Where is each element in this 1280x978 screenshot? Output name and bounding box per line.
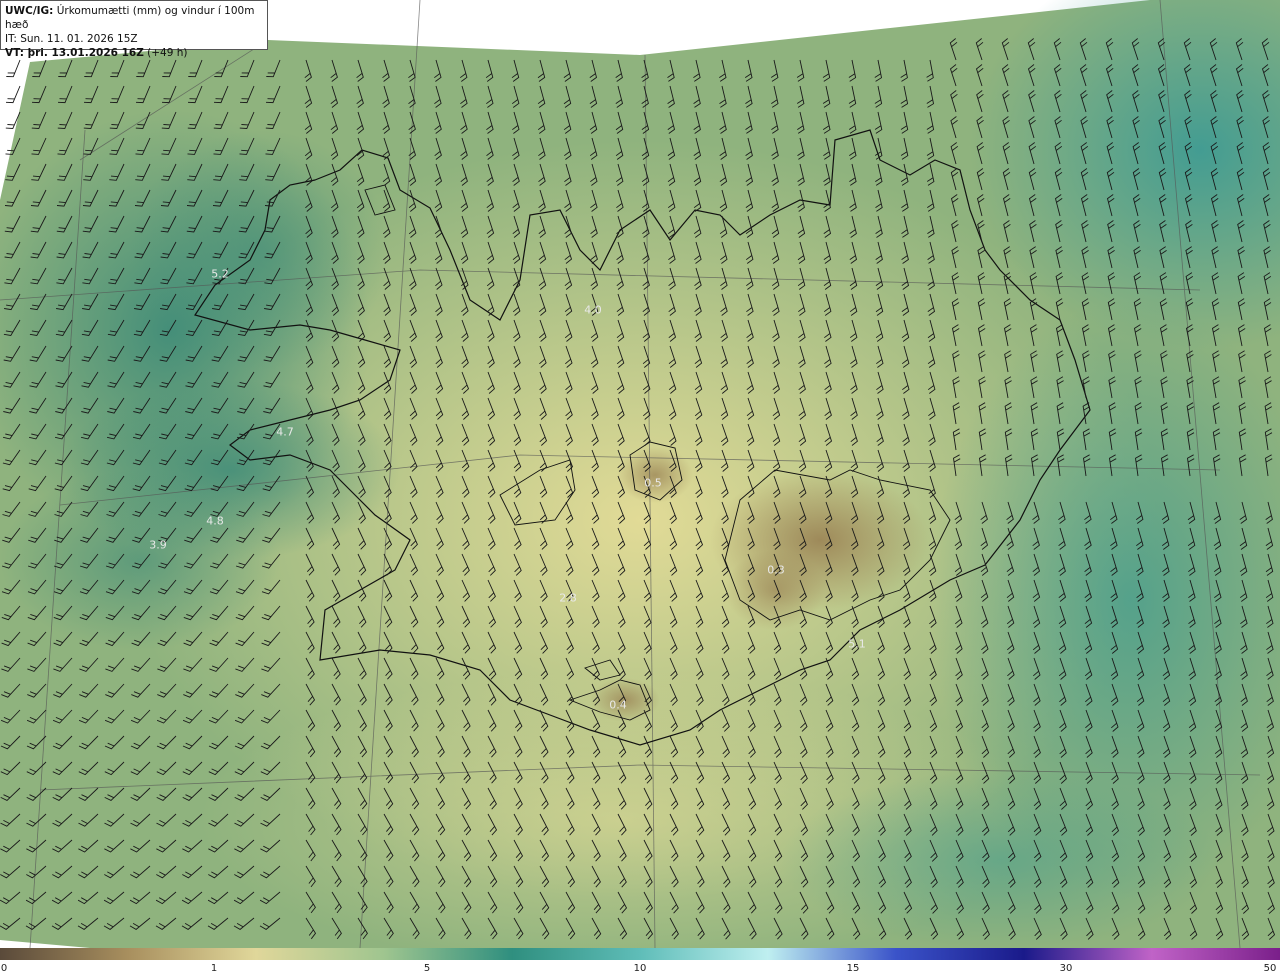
value-label: 5.2 <box>211 267 229 281</box>
value-label: 0.4 <box>609 698 627 712</box>
value-label: 0.5 <box>644 476 662 490</box>
colorbar-tick: 0 <box>0 963 8 974</box>
colorbar-tick: 5 <box>423 963 431 974</box>
value-label: 5.1 <box>848 637 866 651</box>
value-label: 0.3 <box>767 563 785 577</box>
value-label: 4.0 <box>584 303 602 317</box>
colorbar-tick: 15 <box>846 963 860 974</box>
map-canvas <box>0 0 1280 948</box>
value-label: 3.9 <box>149 538 167 552</box>
colorbar-strip <box>0 948 1280 960</box>
colorbar-tick: 1 <box>210 963 218 974</box>
value-label: 4.7 <box>276 425 294 439</box>
info-line-valid-time: VT: þri. 13.01.2026 16Z (+49 h) <box>5 47 188 59</box>
colorbar-legend: 0 1 5 10 15 30 50 <box>0 948 1280 978</box>
value-label: 4.8 <box>206 514 224 528</box>
colorbar-tick: 30 <box>1059 963 1073 974</box>
wind-barb <box>6 59 21 78</box>
value-label: 2.8 <box>559 591 577 605</box>
map-info-box: UWC/IG: Úrkomumætti (mm) og vindur í 100… <box>0 0 268 59</box>
colorbar-tick: 50 <box>1263 963 1277 974</box>
precipitation-wind-map: UWC/IG: Úrkomumætti (mm) og vindur í 100… <box>0 0 1280 948</box>
info-line-product: UWC/IG: Úrkomumætti (mm) og vindur í 100… <box>5 5 255 31</box>
wind-barb <box>5 85 21 104</box>
colorbar-tick: 10 <box>633 963 647 974</box>
info-line-init-time: IT: Sun. 11. 01. 2026 15Z <box>5 33 138 45</box>
